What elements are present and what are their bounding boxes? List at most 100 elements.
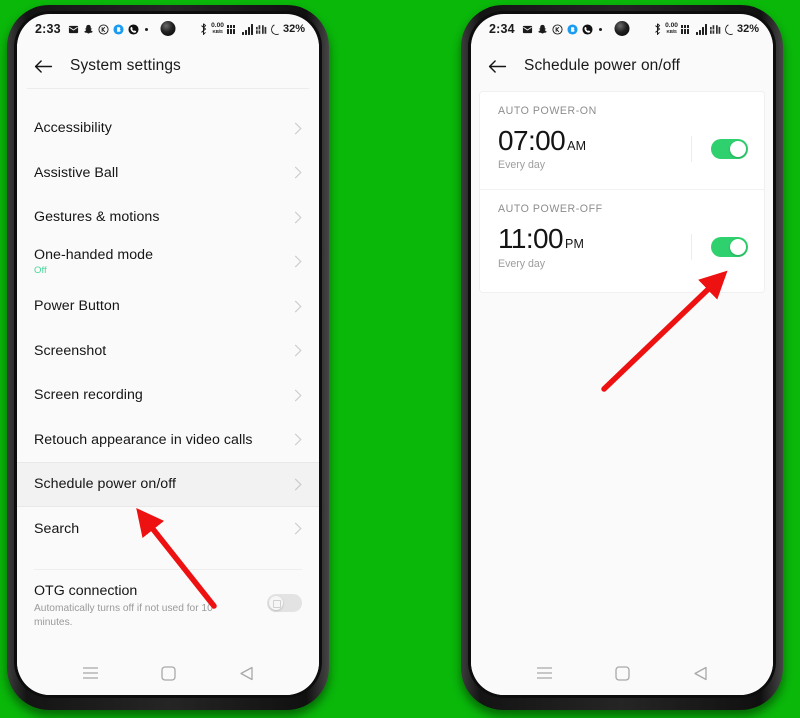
schedule-item-power-off[interactable]: 11:00 PM Every day — [480, 215, 764, 283]
row-label: One-handed mode — [34, 247, 154, 264]
battery-indicator: 32% — [723, 22, 759, 37]
back-icon[interactable] — [693, 666, 708, 681]
back-arrow-icon[interactable] — [488, 59, 507, 74]
power-on-ampm: AM — [567, 139, 587, 153]
appbar-right: Schedule power on/off — [471, 44, 773, 88]
chevron-right-icon — [294, 166, 302, 179]
settings-row-accessibility[interactable]: Accessibility — [17, 106, 319, 151]
row-label: Schedule power on/off — [34, 476, 176, 493]
settings-row-gestures-motions[interactable]: Gestures & motions — [17, 195, 319, 240]
back-icon[interactable] — [239, 666, 254, 681]
otg-title: OTG connection — [34, 583, 138, 599]
network-speed-icon: 0.00 KB/S — [665, 22, 678, 34]
home-icon[interactable] — [615, 665, 631, 681]
settings-row-schedule-power-on-off[interactable]: Schedule power on/off — [17, 462, 319, 507]
row-label: Gestures & motions — [34, 209, 160, 226]
status-clock: 2:33 — [35, 22, 61, 36]
snapchat-icon — [84, 24, 93, 34]
battery-ring-icon — [723, 22, 738, 37]
cellular-bars-icon — [241, 24, 253, 36]
camera-punch-hole — [160, 21, 176, 36]
overflow-dot-icon — [598, 27, 602, 31]
chevron-right-icon — [294, 122, 302, 135]
status-bar-right: 2:34 0.00 KB/S 32% — [471, 14, 773, 44]
battery-percent-label: 32% — [736, 23, 759, 36]
phone-right-screen: 2:34 0.00 KB/S 32% Schedule power on/off… — [471, 14, 773, 695]
settings-row-screen-recording[interactable]: Screen recording — [17, 373, 319, 418]
row-label: Accessibility — [34, 120, 112, 137]
recents-icon[interactable] — [536, 666, 553, 680]
power-on-time: 07:00 — [498, 125, 566, 156]
phone-circle-icon — [128, 23, 139, 35]
power-off-toggle[interactable] — [711, 237, 748, 258]
settings-row-retouch-appearance[interactable]: Retouch appearance in video calls — [17, 418, 319, 463]
recents-icon[interactable] — [82, 666, 99, 680]
status-bar-left: 2:33 0.00 KB/S 32% — [17, 14, 319, 44]
settings-list: Accessibility Assistive Ball Gestures & … — [17, 89, 319, 630]
power-on-repeat: Every day — [498, 159, 546, 172]
status-notification-icons — [68, 23, 148, 35]
power-off-ampm: PM — [565, 237, 585, 252]
row-label: Retouch appearance in video calls — [34, 431, 253, 448]
sim-signal-icon — [226, 25, 235, 35]
phone-left-screen: 2:33 0.00 KB/S 32% System settings Acces… — [17, 14, 319, 695]
phone-right-bezel: 2:34 0.00 KB/S 32% Schedule power on/off… — [468, 11, 776, 698]
phone-circle-icon — [582, 23, 593, 35]
phone-right: 2:34 0.00 KB/S 32% Schedule power on/off… — [461, 5, 783, 710]
chevron-right-icon — [294, 300, 302, 313]
battery-percent-label: 32% — [282, 23, 305, 36]
bluetooth-icon — [655, 23, 661, 36]
network-speed-icon: 0.00 KB/S — [211, 22, 224, 34]
blue-badge-icon — [567, 23, 578, 35]
section-header-auto-power-on: AUTO POWER-ON — [498, 105, 597, 117]
settings-row-power-button[interactable]: Power Button — [17, 284, 319, 329]
sim-signal-icon — [680, 25, 689, 35]
status-system-icons: 0.00 KB/S 32% — [653, 22, 759, 37]
navbar-right — [471, 655, 773, 695]
page-title: Schedule power on/off — [524, 57, 681, 74]
circle-k-icon — [552, 23, 563, 35]
row-label: Screen recording — [34, 387, 143, 404]
cellular-bars-icon — [695, 24, 707, 36]
blue-badge-icon — [113, 23, 124, 35]
settings-row-one-handed-mode[interactable]: One-handed mode Off — [17, 240, 319, 285]
battery-indicator: 32% — [269, 22, 305, 37]
bluetooth-icon — [201, 23, 207, 36]
mail-icon — [68, 25, 78, 33]
section-header-auto-power-off: AUTO POWER-OFF — [498, 203, 603, 216]
settings-row-assistive-ball[interactable]: Assistive Ball — [17, 151, 319, 196]
power-on-toggle[interactable] — [711, 138, 748, 159]
settings-row-screenshot[interactable]: Screenshot — [17, 329, 319, 374]
chevron-right-icon — [294, 433, 302, 446]
overflow-dot-icon — [144, 27, 148, 31]
back-arrow-icon[interactable] — [34, 59, 53, 74]
schedule-card: AUTO POWER-ON 07:00 AM Every day AUTO PO… — [480, 92, 764, 292]
chevron-right-icon — [294, 522, 302, 535]
chevron-right-icon — [294, 255, 302, 268]
camera-punch-hole — [614, 21, 630, 36]
otg-description: Automatically turns off if not used for … — [34, 603, 213, 628]
home-icon[interactable] — [161, 665, 177, 681]
settings-row-otg-connection[interactable]: OTG connection Automatically turns off i… — [17, 570, 319, 630]
appbar-left: System settings — [17, 44, 319, 88]
settings-list-container: Accessibility Assistive Ball Gestures & … — [17, 89, 319, 655]
power-off-time: 11:00 — [498, 223, 564, 255]
snapchat-icon — [538, 24, 547, 34]
row-sublabel: Off — [34, 265, 47, 277]
otg-toggle[interactable] — [267, 594, 302, 612]
phone-left-bezel: 2:33 0.00 KB/S 32% System settings Acces… — [14, 11, 322, 698]
vertical-divider — [691, 135, 692, 162]
schedule-item-power-on[interactable]: 07:00 AM Every day — [480, 117, 764, 185]
network-speed-unit: KB/S — [212, 28, 223, 34]
status-clock: 2:34 — [489, 22, 515, 36]
schedule-container: AUTO POWER-ON 07:00 AM Every day AUTO PO… — [471, 88, 773, 655]
status-system-icons: 0.00 KB/S 32% — [199, 22, 305, 37]
row-label: Power Button — [34, 298, 120, 315]
row-label: Search — [34, 520, 80, 537]
settings-row-search[interactable]: Search — [17, 507, 319, 552]
chevron-right-icon — [294, 478, 302, 491]
row-label: Screenshot — [34, 342, 107, 359]
vertical-divider — [691, 234, 692, 261]
phone-left: 2:33 0.00 KB/S 32% System settings Acces… — [7, 5, 329, 710]
